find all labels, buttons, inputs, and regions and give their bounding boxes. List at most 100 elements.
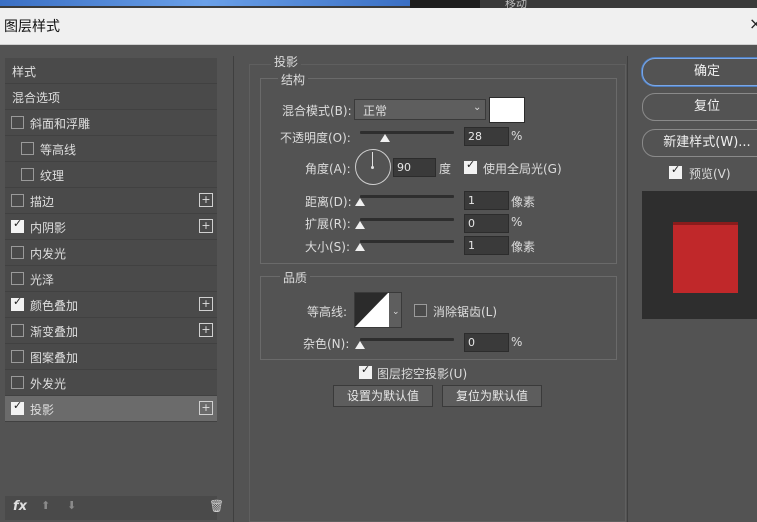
size-unit: 像素 xyxy=(511,240,536,254)
blend-mode-label: 混合模式(B): xyxy=(282,104,352,118)
list-item-texture[interactable]: 纹理 xyxy=(5,162,217,188)
shadow-color-swatch[interactable] xyxy=(489,97,525,123)
angle-dial-center xyxy=(371,166,374,169)
preview-label: 预览(V) xyxy=(689,167,731,181)
add-icon[interactable]: + xyxy=(199,323,213,337)
list-item-outer-glow[interactable]: 外发光 xyxy=(5,370,217,396)
antialias-checkbox[interactable] xyxy=(414,304,427,317)
spread-slider-thumb[interactable] xyxy=(355,221,365,229)
list-item-stroke[interactable]: 描边 + xyxy=(5,188,217,214)
list-item-gradient-overlay[interactable]: 渐变叠加 + xyxy=(5,318,217,344)
spread-input[interactable]: 0 xyxy=(464,214,509,233)
preview-swatch xyxy=(673,222,738,293)
divider-right xyxy=(627,56,628,522)
distance-label: 距离(D): xyxy=(305,195,352,209)
angle-unit: 度 xyxy=(439,162,452,176)
list-item-color-overlay[interactable]: 颜色叠加 + xyxy=(5,292,217,318)
distance-unit: 像素 xyxy=(511,195,536,209)
contour-label: 等高线: xyxy=(307,305,348,319)
list-item-label: 斜面和浮雕 xyxy=(30,117,91,131)
angle-dial[interactable] xyxy=(355,149,391,185)
list-item-bevel-emboss[interactable]: 斜面和浮雕 xyxy=(5,110,217,136)
trash-icon[interactable]: 🗑 xyxy=(209,499,224,513)
checkbox[interactable] xyxy=(11,116,24,129)
checkbox[interactable] xyxy=(11,350,24,363)
noise-slider-thumb[interactable] xyxy=(355,341,365,349)
list-item-satin[interactable]: 光泽 xyxy=(5,266,217,292)
opacity-input[interactable]: 28 xyxy=(464,127,509,146)
list-item-label: 样式 xyxy=(12,65,37,79)
ok-button[interactable]: 确定 xyxy=(642,58,757,86)
divider-left xyxy=(233,56,234,522)
spread-slider-track[interactable] xyxy=(360,218,454,221)
add-icon[interactable]: + xyxy=(199,193,213,207)
distance-slider-track[interactable] xyxy=(360,195,454,198)
dark-segment xyxy=(410,0,480,8)
list-item-label: 渐变叠加 xyxy=(30,325,79,339)
knockout-label: 图层挖空投影(U) xyxy=(377,367,468,381)
list-item-label: 描边 xyxy=(30,195,55,209)
reset-button[interactable]: 复位 xyxy=(642,93,757,121)
size-slider-track[interactable] xyxy=(360,240,454,243)
checkbox[interactable] xyxy=(11,295,24,311)
svg-text:⌄: ⌄ xyxy=(392,307,400,317)
list-item-label: 光泽 xyxy=(30,273,55,287)
global-light-checkbox[interactable] xyxy=(464,158,477,174)
size-slider-thumb[interactable] xyxy=(355,243,365,251)
opacity-label: 不透明度(O): xyxy=(280,131,351,145)
preview-checkbox[interactable] xyxy=(669,163,682,179)
list-item-inner-shadow[interactable]: 内阴影 + xyxy=(5,214,217,240)
add-icon[interactable]: + xyxy=(199,219,213,233)
noise-input[interactable]: 0 xyxy=(464,333,509,352)
list-item-label: 内阴影 xyxy=(30,221,67,235)
list-item-label: 图案叠加 xyxy=(30,351,79,365)
list-item-inner-glow[interactable]: 内发光 xyxy=(5,240,217,266)
angle-input[interactable]: 90 xyxy=(393,158,436,177)
list-item-label: 内发光 xyxy=(30,247,67,261)
checkbox[interactable] xyxy=(11,324,24,337)
noise-slider-track[interactable] xyxy=(360,338,454,341)
preview-box xyxy=(642,191,757,319)
list-item-blending-options[interactable]: 混合选项 xyxy=(5,84,217,110)
checkbox[interactable] xyxy=(21,168,34,181)
blend-mode-select[interactable]: 正常 ⌄ xyxy=(354,99,486,120)
noise-label: 杂色(N): xyxy=(303,337,350,351)
checkbox[interactable] xyxy=(11,376,24,389)
checkbox[interactable] xyxy=(11,399,24,415)
move-up-icon[interactable]: ⬆ xyxy=(41,499,50,512)
list-item-drop-shadow[interactable]: 投影 + xyxy=(5,396,217,422)
new-style-button[interactable]: 新建样式(W)... xyxy=(642,129,757,157)
add-icon[interactable]: + xyxy=(199,401,213,415)
distance-slider-thumb[interactable] xyxy=(355,198,365,206)
move-down-icon[interactable]: ⬇ xyxy=(67,499,76,512)
fx-icon[interactable]: fx xyxy=(13,499,27,514)
list-item-label: 混合选项 xyxy=(12,91,61,105)
make-default-button[interactable]: 设置为默认值 xyxy=(333,385,433,407)
contour-picker[interactable]: ⌄ xyxy=(354,292,402,328)
size-input[interactable]: 1 xyxy=(464,236,509,255)
checkbox[interactable] xyxy=(11,272,24,285)
checkbox[interactable] xyxy=(11,217,24,233)
reset-default-button[interactable]: 复位为默认值 xyxy=(442,385,542,407)
spread-unit: % xyxy=(511,215,523,229)
styles-list: 样式 混合选项 斜面和浮雕 等高线 纹理 描边 + 内阴影 + 内发光 光泽 颜… xyxy=(5,58,217,518)
list-item-label: 外发光 xyxy=(30,377,67,391)
list-item-label: 等高线 xyxy=(40,143,77,157)
opacity-slider-thumb[interactable] xyxy=(380,134,390,142)
checkbox[interactable] xyxy=(11,246,24,259)
add-icon[interactable]: + xyxy=(199,297,213,311)
opacity-slider-track[interactable] xyxy=(360,131,454,134)
list-item-contour[interactable]: 等高线 xyxy=(5,136,217,162)
knockout-checkbox[interactable] xyxy=(359,363,372,379)
checkbox[interactable] xyxy=(11,194,24,207)
dialog-title: 图层样式 xyxy=(4,19,60,35)
list-header-styles[interactable]: 样式 xyxy=(5,58,217,84)
section-title: 投影 xyxy=(271,53,302,70)
close-icon[interactable]: × xyxy=(749,14,757,33)
list-item-pattern-overlay[interactable]: 图案叠加 xyxy=(5,344,217,370)
chevron-down-icon: ⌄ xyxy=(473,102,482,113)
list-item-label: 投影 xyxy=(30,403,55,417)
distance-input[interactable]: 1 xyxy=(464,191,509,210)
list-item-label: 颜色叠加 xyxy=(30,299,79,313)
checkbox[interactable] xyxy=(21,142,34,155)
